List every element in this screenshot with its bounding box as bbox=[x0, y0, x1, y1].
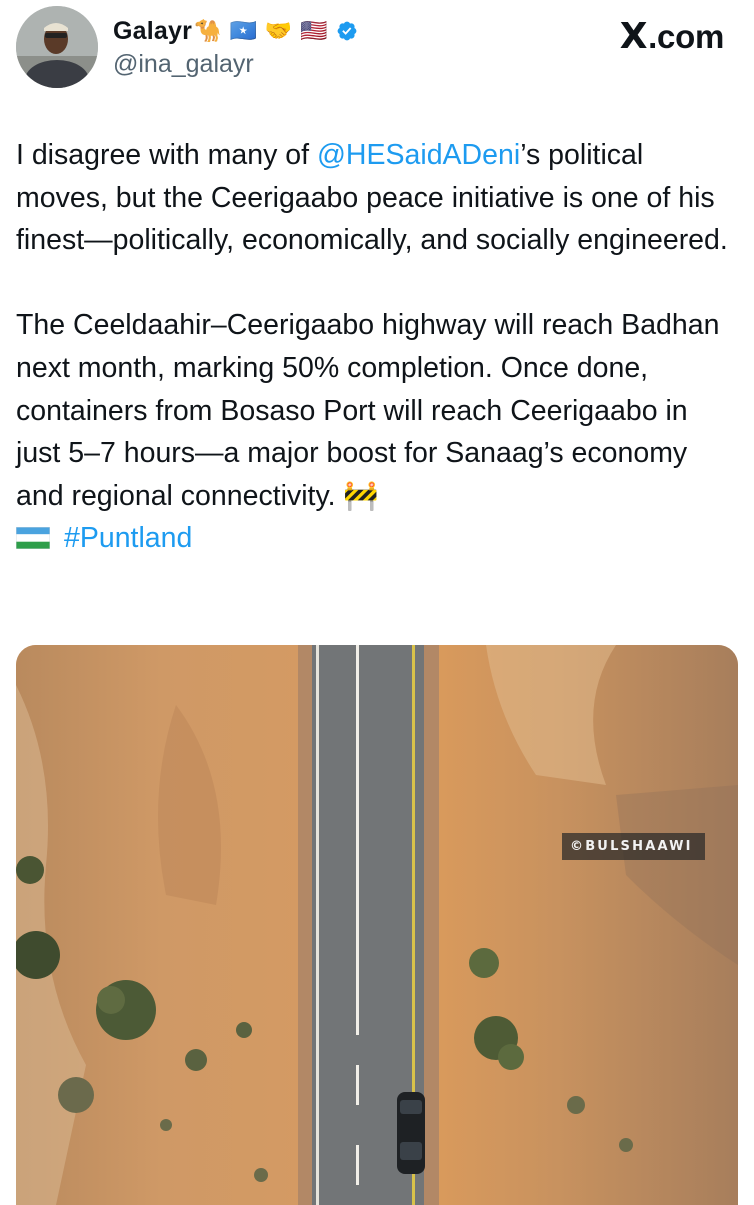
x-logo-domain: .com bbox=[648, 17, 724, 55]
usa-flag-emoji: 🇺🇸 bbox=[300, 18, 328, 43]
camel-emoji: 🐪 bbox=[194, 18, 222, 43]
x-logo[interactable]: X .com bbox=[619, 16, 725, 57]
puntland-flag-svg bbox=[15, 526, 51, 550]
author-name-row: Galayr 🐪 🇸🇴 🤝 🇺🇸 bbox=[113, 14, 358, 48]
author-display-name[interactable]: Galayr bbox=[113, 17, 192, 46]
handshake-emoji: 🤝 bbox=[264, 18, 293, 43]
watermark-label: ©BULSHAAWI bbox=[562, 833, 705, 860]
tweet-paragraph-2: The Ceeldaahir–Ceerigaabo highway will r… bbox=[15, 304, 738, 562]
tweet-paragraph-1: I disagree with many of @HESaidADeni’s p… bbox=[16, 134, 738, 262]
x-logo-icon: X bbox=[619, 16, 648, 57]
avatar[interactable] bbox=[16, 6, 98, 88]
aerial-road-photo bbox=[16, 645, 738, 1205]
somalia-flag-emoji: 🇸🇴 bbox=[229, 18, 257, 43]
copyright-mark: © bbox=[570, 839, 586, 854]
puntland-flag-icon bbox=[15, 519, 51, 562]
construction-emoji: 🚧 bbox=[343, 479, 379, 512]
tweet-text-intro: I disagree with many of bbox=[16, 139, 317, 171]
author-handle[interactable]: @ina_galayr bbox=[113, 50, 254, 79]
watermark-text: BULSHAAWI bbox=[585, 839, 693, 854]
verified-badge-icon bbox=[337, 21, 357, 41]
tweet-media-image[interactable]: ©BULSHAAWI bbox=[16, 645, 738, 1205]
mention-link[interactable]: @HESaidADeni bbox=[317, 139, 520, 171]
hashtag-link[interactable]: #Puntland bbox=[64, 522, 192, 554]
tweet-text: I disagree with many of @HESaidADeni’s p… bbox=[15, 134, 738, 562]
avatar-image bbox=[16, 6, 98, 88]
